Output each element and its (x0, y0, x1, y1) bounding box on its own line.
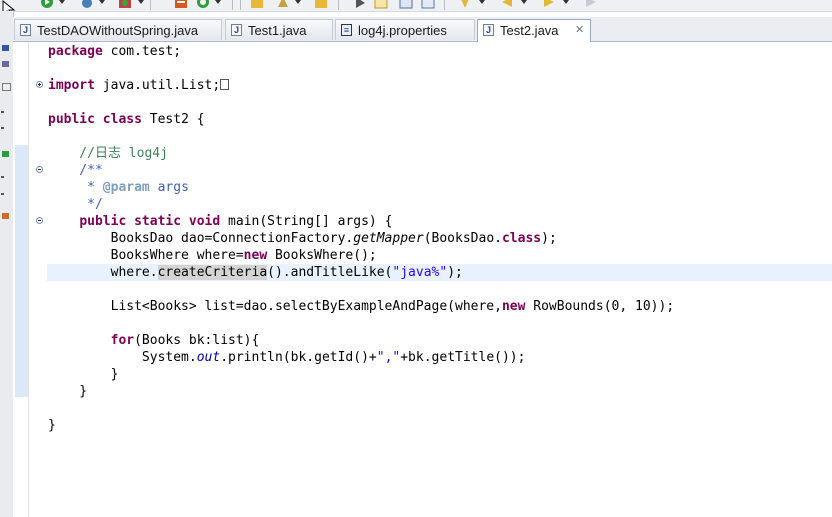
folded-imports-box[interactable] (220, 79, 230, 90)
open-file-icon[interactable] (314, 0, 328, 8)
code-line: package com.test; (48, 44, 182, 59)
method-range-indicator (15, 145, 28, 397)
code-line: //日志 log4j (48, 146, 168, 161)
hierarchy-icon[interactable] (2, 61, 9, 67)
package-explorer-icon[interactable] (2, 45, 9, 51)
tab-test1[interactable]: J Test1.java (225, 19, 333, 40)
chevron-down-icon[interactable] (479, 0, 485, 4)
expand-fold-icon[interactable] (36, 81, 43, 88)
main-toolbar (0, 0, 832, 12)
run-icon[interactable] (40, 0, 54, 8)
code-line: for(Books bk:list){ (110, 333, 260, 348)
outline-icon[interactable] (2, 83, 11, 91)
chevron-down-icon[interactable] (521, 0, 527, 4)
external-tools-icon[interactable] (118, 0, 132, 8)
tab-label: Test2.java (500, 23, 559, 38)
collapse-fold-icon[interactable] (36, 217, 43, 224)
chevron-down-icon[interactable] (138, 0, 144, 4)
edit-icon[interactable] (374, 0, 388, 9)
run-last-icon[interactable] (353, 0, 367, 8)
code-line: } (48, 384, 88, 399)
code-line: * @param args (48, 180, 189, 195)
tab-label: log4j.properties (358, 23, 447, 38)
tab-testdaowithoutspring[interactable]: J TestDAOWithoutSpring.java (14, 19, 222, 40)
debug-icon[interactable] (80, 0, 94, 8)
code-line: BooksDao dao=ConnectionFactory.getMapper… (48, 231, 557, 246)
chevron-down-icon[interactable] (215, 0, 221, 4)
chevron-down-icon[interactable] (59, 0, 65, 4)
build-icon[interactable] (276, 0, 290, 8)
code-line: } (48, 367, 119, 382)
tab-label: TestDAOWithoutSpring.java (37, 23, 199, 38)
left-trim-bar (0, 11, 14, 517)
navigate-icon[interactable] (421, 0, 435, 9)
chevron-down-icon[interactable] (295, 0, 301, 4)
java-file-icon: J (231, 24, 242, 36)
java-file-icon: J (20, 24, 31, 36)
java-file-icon: J (483, 24, 494, 36)
code-line: } (48, 418, 56, 433)
tab-label: Test1.java (248, 23, 307, 38)
close-icon[interactable]: ✕ (575, 23, 584, 36)
tab-log4j-properties[interactable]: ≡ log4j.properties (335, 19, 475, 40)
editor-tab-bar: J TestDAOWithoutSpring.java J Test1.java… (13, 17, 832, 42)
back-icon[interactable] (500, 0, 514, 8)
code-line: import java.util.List; (48, 77, 230, 94)
code-line: */ (48, 197, 103, 212)
annotation-icon[interactable] (458, 0, 472, 8)
forward-disabled-icon (584, 0, 598, 8)
console-icon[interactable] (2, 213, 9, 219)
code-line: public class Test2 { (48, 112, 205, 127)
properties-file-icon: ≡ (341, 24, 352, 36)
code-line: /** (48, 163, 103, 178)
forward-icon[interactable] (542, 0, 556, 8)
refresh-icon[interactable] (196, 0, 210, 8)
refresh-view-icon[interactable] (2, 151, 9, 157)
code-line: where.createCriteria().andTitleLike("jav… (48, 265, 463, 280)
code-line: public static void main(String[] args) { (79, 214, 393, 229)
new-server-icon[interactable] (174, 0, 188, 8)
code-line: List<Books> list=dao.selectByExampleAndP… (48, 299, 675, 314)
task-list-icon[interactable] (399, 0, 413, 9)
chevron-down-icon[interactable] (99, 0, 105, 4)
code-line: System.out.println(bk.getId()+","+bk.get… (48, 350, 526, 365)
chevron-down-icon[interactable] (563, 0, 569, 4)
open-folder-icon[interactable] (250, 0, 264, 8)
code-line: BooksWhere where=new BooksWhere(); (48, 248, 377, 263)
tab-test2[interactable]: J Test2.java ✕ (477, 19, 591, 42)
collapse-fold-icon[interactable] (36, 166, 43, 173)
